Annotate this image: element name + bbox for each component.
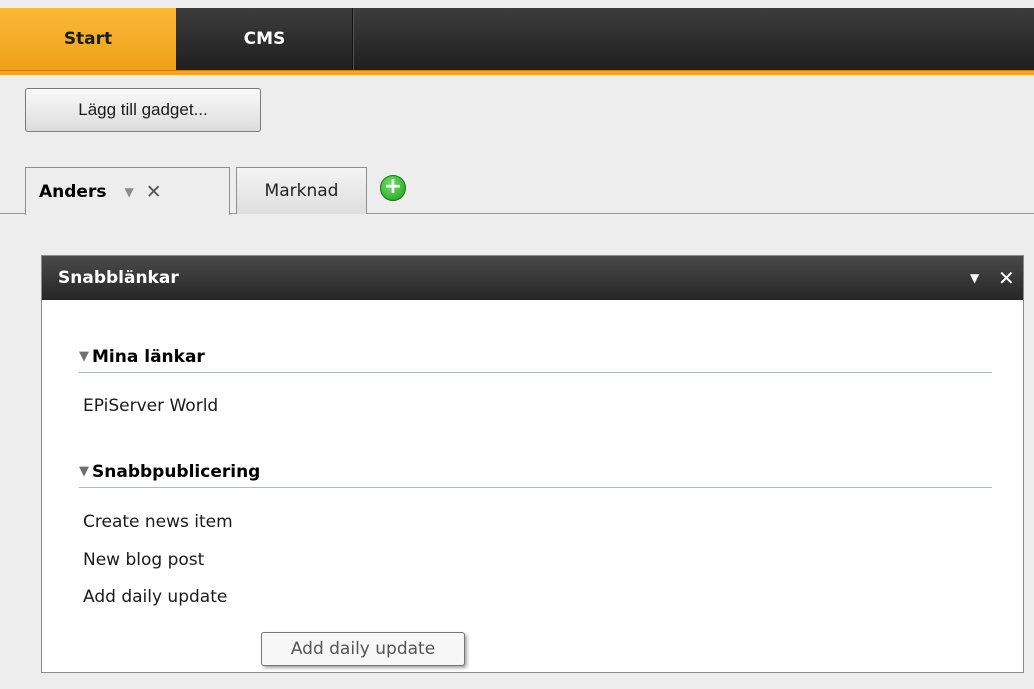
top-navigation-bar: Start CMS — [0, 8, 1034, 75]
section-my-links: ▼ Mina länkar — [79, 341, 992, 373]
triangle-down-icon: ▼ — [79, 349, 89, 364]
dashboard-tab-anders-label: Anders — [39, 181, 107, 202]
tab-cms-label: CMS — [243, 29, 286, 49]
chevron-down-icon[interactable]: ▼ — [970, 256, 979, 300]
tooltip: Add daily update — [261, 632, 465, 666]
triangle-down-icon: ▼ — [79, 464, 89, 479]
section-title: Mina länkar — [92, 346, 205, 367]
section-header[interactable]: ▼ Mina länkar — [79, 341, 992, 373]
topbar-accent-stripe — [0, 70, 1034, 75]
dashboard-tab-anders[interactable]: Anders ▼ ✕ — [25, 167, 230, 215]
tab-cms[interactable]: CMS — [176, 8, 354, 70]
section-title: Snabbpublicering — [92, 461, 261, 482]
add-gadget-button[interactable]: Lägg till gadget... — [25, 88, 261, 132]
quick-links-gadget: Snabblänkar ▼ ✕ ▼ Mina länkar EPiServer … — [41, 255, 1024, 673]
link-episerver-world[interactable]: EPiServer World — [83, 396, 218, 416]
chevron-down-icon[interactable]: ▼ — [124, 185, 133, 199]
tab-start[interactable]: Start — [0, 8, 176, 70]
gadget-header: Snabblänkar — [42, 256, 1023, 300]
close-icon[interactable]: ✕ — [998, 256, 1015, 300]
dashboard-tab-marknad[interactable]: Marknad — [236, 167, 367, 214]
plus-circle-icon[interactable]: + — [380, 175, 406, 201]
dashboard-tab-marknad-label: Marknad — [264, 181, 339, 201]
section-header[interactable]: ▼ Snabbpublicering — [79, 456, 992, 488]
link-new-blog-post[interactable]: New blog post — [83, 550, 204, 570]
section-quick-publish: ▼ Snabbpublicering — [79, 456, 992, 488]
gadget-title: Snabblänkar — [58, 268, 179, 288]
tab-start-label: Start — [63, 29, 113, 49]
link-create-news-item[interactable]: Create news item — [83, 512, 233, 532]
link-add-daily-update[interactable]: Add daily update — [83, 587, 227, 607]
close-icon[interactable]: ✕ — [146, 181, 162, 203]
